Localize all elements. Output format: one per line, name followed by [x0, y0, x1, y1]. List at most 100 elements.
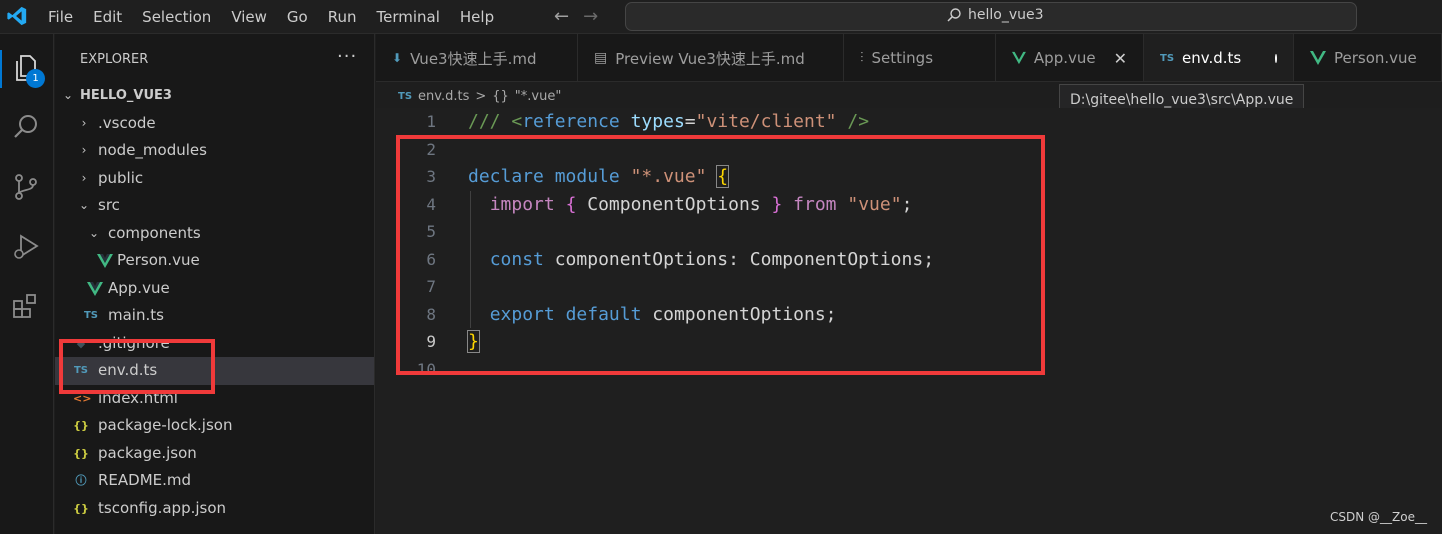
tree-item-main-ts[interactable]: TS main.ts — [55, 302, 374, 330]
tab-label: Settings — [871, 49, 934, 67]
vue-icon — [1012, 51, 1026, 65]
menu-selection[interactable]: Selection — [132, 0, 221, 34]
breadcrumb-file[interactable]: env.d.ts — [418, 89, 469, 104]
tree-item-label: .vscode — [98, 113, 156, 132]
vscode-logo-icon — [7, 6, 27, 26]
command-center-label: hello_vue3 — [968, 7, 1044, 23]
tab-label: env.d.ts — [1182, 49, 1242, 67]
tab-vue3-md[interactable]: ⬇ Vue3快速上手.md — [376, 34, 578, 81]
search-icon[interactable] — [10, 111, 42, 143]
line-number: 1 — [426, 112, 436, 131]
editor-tab-bar: ⬇ Vue3快速上手.md ▤ Preview Vue3快速上手.md ⫶ Se… — [376, 34, 1442, 82]
code-line-1: /// <reference types="vite/client" /> — [468, 108, 1368, 136]
string-token: "vite/client" — [695, 111, 837, 132]
tree-item-person-vue[interactable]: Person.vue — [55, 247, 374, 275]
tree-item-package-json[interactable]: {} package.json — [55, 440, 374, 468]
annotation-box-env-file — [59, 339, 215, 394]
back-arrow-icon[interactable]: ← — [554, 7, 569, 27]
navigation-arrows: ← → — [554, 7, 598, 27]
info-icon: ⓘ — [75, 474, 87, 487]
more-actions-icon[interactable]: ··· — [337, 46, 357, 67]
tab-person-vue[interactable]: Person.vue — [1294, 34, 1442, 81]
run-debug-icon[interactable] — [10, 231, 42, 263]
tab-label: Person.vue — [1334, 49, 1417, 67]
explorer-sidebar: EXPLORER ··· ⌄ HELLO_VUE3 › .vscode › no… — [55, 34, 375, 534]
tree-item-app-vue[interactable]: App.vue — [55, 275, 374, 303]
settings-icon: ⫶ — [860, 50, 864, 66]
tree-item-label: Person.vue — [117, 251, 200, 269]
tree-item-node-modules[interactable]: › node_modules — [55, 137, 374, 165]
tab-app-vue[interactable]: App.vue ✕ — [996, 34, 1144, 81]
tree-item-label: src — [98, 196, 120, 214]
module-symbol-icon: {} — [492, 88, 509, 104]
tree-item-src[interactable]: ⌄ src — [55, 192, 374, 220]
tab-preview-vue3-md[interactable]: ▤ Preview Vue3快速上手.md — [578, 34, 844, 81]
menu-file[interactable]: File — [38, 0, 83, 34]
source-control-icon[interactable] — [10, 171, 42, 203]
tree-item-label: package.json — [98, 443, 197, 462]
watermark: CSDN @__Zoe__ — [1330, 510, 1427, 524]
tab-label: Preview Vue3快速上手.md — [615, 49, 805, 68]
chevron-down-icon: ⌄ — [78, 198, 90, 212]
json-file-icon: {} — [73, 419, 89, 432]
attr-token: types — [630, 111, 685, 132]
vue-file-icon — [87, 281, 103, 296]
tab-label: App.vue — [1033, 49, 1096, 67]
tree-item-label: public — [98, 168, 144, 187]
ts-icon: TS — [1160, 52, 1175, 64]
activity-bar: 1 — [0, 34, 54, 534]
tree-item-label: App.vue — [108, 278, 170, 297]
menu-view[interactable]: View — [221, 0, 277, 34]
ts-file-icon: TS — [83, 310, 99, 321]
tree-item-vscode[interactable]: › .vscode — [55, 110, 374, 138]
tab-settings[interactable]: ⫶ Settings — [844, 34, 996, 81]
tree-item-label: README.md — [98, 471, 192, 489]
comment-token: /// — [468, 111, 512, 132]
eq-token: = — [684, 111, 696, 132]
tree-item-label: node_modules — [98, 141, 207, 159]
menu-edit[interactable]: Edit — [83, 0, 132, 34]
extensions-icon[interactable] — [10, 291, 42, 323]
tree-item-package-lock-json[interactable]: {} package-lock.json — [55, 412, 374, 440]
chevron-down-icon: ⌄ — [62, 88, 74, 102]
menu-bar: File Edit Selection View Go Run Terminal… — [38, 0, 504, 34]
tree-root-hello-vue3[interactable]: ⌄ HELLO_VUE3 — [55, 82, 374, 110]
tree-item-readme-md[interactable]: ⓘ README.md — [55, 467, 374, 495]
annotation-box-code — [396, 135, 1045, 375]
close-icon[interactable]: ✕ — [1114, 49, 1127, 68]
chevron-down-icon: ⌄ — [88, 225, 100, 240]
chevron-right-icon: › — [81, 143, 87, 157]
forward-arrow-icon[interactable]: → — [583, 7, 598, 27]
title-bar: File Edit Selection View Go Run Terminal… — [0, 0, 1442, 34]
tag-name-token: reference — [522, 111, 620, 132]
unsaved-dot-icon[interactable] — [1275, 53, 1277, 63]
tree-item-label: tsconfig.app.json — [98, 498, 227, 517]
file-tree: ⌄ HELLO_VUE3 › .vscode › node_modules › … — [55, 82, 374, 523]
ts-icon: TS — [398, 90, 413, 102]
breadcrumb: TS env.d.ts > {} "*.vue" — [398, 84, 561, 108]
menu-run[interactable]: Run — [318, 0, 367, 34]
active-indicator — [0, 50, 2, 88]
tab-label: Vue3快速上手.md — [410, 49, 537, 68]
command-center[interactable]: hello_vue3 — [625, 2, 1357, 31]
chevron-right-icon: › — [81, 170, 87, 185]
menu-terminal[interactable]: Terminal — [367, 0, 450, 34]
json-file-icon: {} — [73, 501, 89, 515]
breadcrumb-symbol[interactable]: "*.vue" — [515, 89, 562, 104]
tree-item-label: main.ts — [108, 306, 164, 324]
tab-env-d-ts[interactable]: TS env.d.ts — [1144, 34, 1294, 81]
search-icon — [947, 8, 961, 22]
explorer-badge: 1 — [26, 69, 45, 88]
breadcrumb-separator: > — [475, 88, 487, 104]
tree-item-public[interactable]: › public — [55, 165, 374, 193]
vue-file-icon — [97, 254, 113, 268]
tree-item-tsconfig-app-json[interactable]: {} tsconfig.app.json — [55, 495, 374, 523]
vue-icon — [1310, 51, 1326, 65]
tree-item-components[interactable]: ⌄ components — [55, 220, 374, 248]
preview-icon: ▤ — [594, 50, 608, 66]
chevron-right-icon: › — [81, 115, 87, 130]
menu-go[interactable]: Go — [277, 0, 318, 34]
tree-item-label: package-lock.json — [98, 416, 233, 434]
menu-help[interactable]: Help — [450, 0, 504, 34]
tag-open-token: < — [511, 111, 523, 132]
